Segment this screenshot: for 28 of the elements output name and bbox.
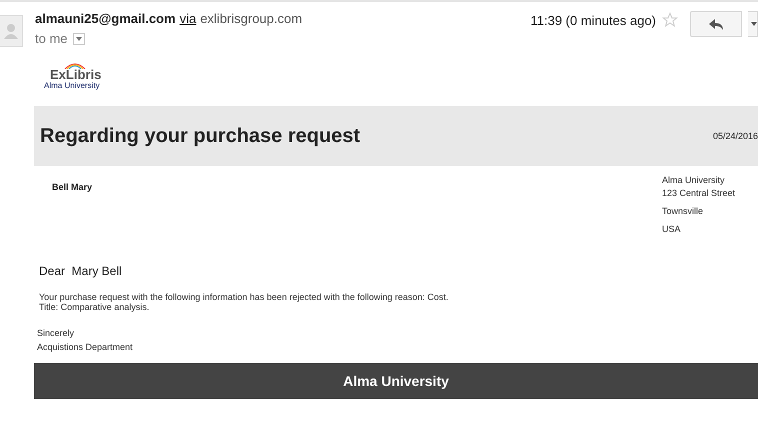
signature-line: Acquistions Department <box>37 342 134 352</box>
details-dropdown[interactable] <box>72 32 85 44</box>
caret-icon <box>751 22 757 26</box>
message-text: Title: Comparative analysis. <box>39 302 150 312</box>
timestamp: 11:39 (0 minutes ago) <box>530 13 656 28</box>
address-line: USA <box>662 224 682 234</box>
sender-address: almauni25@gmail.com <box>35 11 176 26</box>
logo-brand: ExLibris <box>50 67 102 82</box>
more-button[interactable] <box>748 11 758 37</box>
reply-button[interactable] <box>690 11 742 37</box>
recipient-label: to me <box>35 31 68 46</box>
message-text: Your purchase request with the following information has been rejected with the following reason: Cost. <box>39 292 450 302</box>
sender-domain: exlibrisgroup.com <box>200 11 302 26</box>
logo-institution: Alma University <box>44 81 100 90</box>
recipient-name: Bell Mary <box>52 182 92 194</box>
greeting: Dear Mary Bell <box>39 264 123 278</box>
reply-icon <box>709 18 723 30</box>
footer-text: Alma University <box>343 373 449 389</box>
signature-line: Sincerely <box>37 328 76 338</box>
address-line: Townsville <box>662 206 704 216</box>
rainbow-icon <box>64 62 86 69</box>
caret-icon <box>76 36 82 40</box>
address-line: 123 Central Street <box>662 188 736 198</box>
via-link[interactable]: via <box>180 11 196 26</box>
email-date: 05/24/2016 <box>712 131 758 141</box>
address-line: Alma University <box>662 175 726 185</box>
person-icon <box>4 23 18 39</box>
email-title: Regarding your purchase request <box>40 124 360 148</box>
